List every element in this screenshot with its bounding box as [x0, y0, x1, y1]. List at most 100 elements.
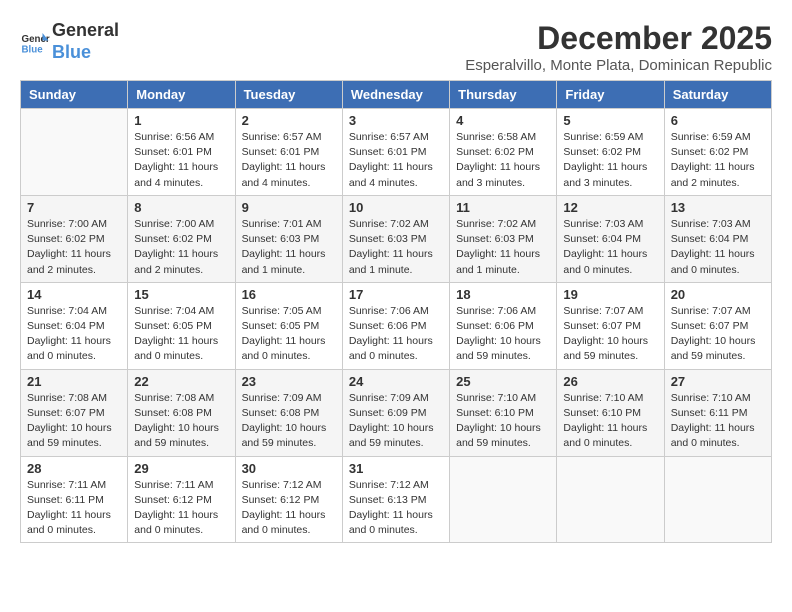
logo-icon: General Blue — [20, 27, 50, 57]
day-number: 23 — [242, 374, 336, 389]
calendar-cell — [664, 456, 771, 543]
day-info: Sunrise: 7:11 AMSunset: 6:12 PMDaylight:… — [134, 478, 228, 539]
day-number: 1 — [134, 113, 228, 128]
day-number: 27 — [671, 374, 765, 389]
day-number: 12 — [563, 200, 657, 215]
calendar-cell: 8 Sunrise: 7:00 AMSunset: 6:02 PMDaylight… — [128, 195, 235, 282]
day-number: 2 — [242, 113, 336, 128]
day-number: 8 — [134, 200, 228, 215]
day-number: 5 — [563, 113, 657, 128]
calendar-cell: 17 Sunrise: 7:06 AMSunset: 6:06 PMDayligh… — [342, 282, 449, 369]
day-info: Sunrise: 7:09 AMSunset: 6:09 PMDaylight:… — [349, 391, 443, 452]
calendar-cell: 2 Sunrise: 6:57 AMSunset: 6:01 PMDaylight… — [235, 109, 342, 196]
calendar-cell: 14 Sunrise: 7:04 AMSunset: 6:04 PMDayligh… — [21, 282, 128, 369]
calendar-cell: 27 Sunrise: 7:10 AMSunset: 6:11 PMDayligh… — [664, 369, 771, 456]
day-number: 14 — [27, 287, 121, 302]
day-info: Sunrise: 7:10 AMSunset: 6:10 PMDaylight:… — [563, 391, 657, 452]
calendar-cell: 10Sunrise: 7:02 AMSunset: 6:03 PMDayligh… — [342, 195, 449, 282]
logo-text: General Blue — [52, 20, 119, 63]
day-info: Sunrise: 7:03 AMSunset: 6:04 PMDaylight:… — [563, 217, 657, 278]
day-info: Sunrise: 6:59 AMSunset: 6:02 PMDaylight:… — [671, 130, 765, 191]
calendar-week-row: 7 Sunrise: 7:00 AMSunset: 6:02 PMDaylight… — [21, 195, 772, 282]
day-info: Sunrise: 7:03 AMSunset: 6:04 PMDaylight:… — [671, 217, 765, 278]
location-title: Esperalvillo, Monte Plata, Dominican Rep… — [465, 57, 772, 74]
day-of-week-header: Monday — [128, 81, 235, 109]
calendar-cell: 20 Sunrise: 7:07 AMSunset: 6:07 PMDayligh… — [664, 282, 771, 369]
calendar-cell: 24 Sunrise: 7:09 AMSunset: 6:09 PMDayligh… — [342, 369, 449, 456]
calendar-cell: 19 Sunrise: 7:07 AMSunset: 6:07 PMDayligh… — [557, 282, 664, 369]
day-info: Sunrise: 6:57 AMSunset: 6:01 PMDaylight:… — [242, 130, 336, 191]
day-number: 3 — [349, 113, 443, 128]
day-info: Sunrise: 6:57 AMSunset: 6:01 PMDaylight:… — [349, 130, 443, 191]
calendar-cell: 7 Sunrise: 7:00 AMSunset: 6:02 PMDaylight… — [21, 195, 128, 282]
day-number: 15 — [134, 287, 228, 302]
day-info: Sunrise: 7:07 AMSunset: 6:07 PMDaylight:… — [563, 304, 657, 365]
day-of-week-header: Saturday — [664, 81, 771, 109]
calendar-cell: 16Sunrise: 7:05 AMSunset: 6:05 PMDayligh… — [235, 282, 342, 369]
day-number: 16 — [242, 287, 336, 302]
calendar-cell: 29 Sunrise: 7:11 AMSunset: 6:12 PMDayligh… — [128, 456, 235, 543]
day-info: Sunrise: 7:02 AMSunset: 6:03 PMDaylight:… — [349, 217, 443, 278]
day-number: 17 — [349, 287, 443, 302]
day-info: Sunrise: 7:09 AMSunset: 6:08 PMDaylight:… — [242, 391, 336, 452]
day-number: 28 — [27, 461, 121, 476]
calendar-cell: 26 Sunrise: 7:10 AMSunset: 6:10 PMDayligh… — [557, 369, 664, 456]
calendar-cell: 5Sunrise: 6:59 AMSunset: 6:02 PMDaylight… — [557, 109, 664, 196]
calendar-cell: 4 Sunrise: 6:58 AMSunset: 6:02 PMDaylight… — [450, 109, 557, 196]
calendar-week-row: 14 Sunrise: 7:04 AMSunset: 6:04 PMDayligh… — [21, 282, 772, 369]
title-block: December 2025 Esperalvillo, Monte Plata,… — [465, 20, 772, 74]
day-number: 13 — [671, 200, 765, 215]
day-info: Sunrise: 7:12 AMSunset: 6:13 PMDaylight:… — [349, 478, 443, 539]
day-number: 9 — [242, 200, 336, 215]
day-info: Sunrise: 7:04 AMSunset: 6:04 PMDaylight:… — [27, 304, 121, 365]
day-number: 22 — [134, 374, 228, 389]
day-of-week-header: Thursday — [450, 81, 557, 109]
day-of-week-header: Wednesday — [342, 81, 449, 109]
calendar-cell: 21 Sunrise: 7:08 AMSunset: 6:07 PMDayligh… — [21, 369, 128, 456]
calendar-cell: 18Sunrise: 7:06 AMSunset: 6:06 PMDayligh… — [450, 282, 557, 369]
day-number: 4 — [456, 113, 550, 128]
day-of-week-header: Tuesday — [235, 81, 342, 109]
calendar-cell: 1 Sunrise: 6:56 AMSunset: 6:01 PMDaylight… — [128, 109, 235, 196]
day-info: Sunrise: 7:10 AMSunset: 6:10 PMDaylight:… — [456, 391, 550, 452]
calendar-week-row: 1 Sunrise: 6:56 AMSunset: 6:01 PMDaylight… — [21, 109, 772, 196]
day-info: Sunrise: 7:06 AMSunset: 6:06 PMDaylight:… — [349, 304, 443, 365]
calendar-header-row: SundayMondayTuesdayWednesdayThursdayFrid… — [21, 81, 772, 109]
calendar-week-row: 28Sunrise: 7:11 AMSunset: 6:11 PMDayligh… — [21, 456, 772, 543]
day-info: Sunrise: 7:12 AMSunset: 6:12 PMDaylight:… — [242, 478, 336, 539]
calendar-table: SundayMondayTuesdayWednesdayThursdayFrid… — [20, 80, 772, 543]
day-number: 7 — [27, 200, 121, 215]
day-info: Sunrise: 7:02 AMSunset: 6:03 PMDaylight:… — [456, 217, 550, 278]
calendar-cell: 3 Sunrise: 6:57 AMSunset: 6:01 PMDaylight… — [342, 109, 449, 196]
calendar-cell: 25Sunrise: 7:10 AMSunset: 6:10 PMDayligh… — [450, 369, 557, 456]
day-number: 21 — [27, 374, 121, 389]
day-number: 30 — [242, 461, 336, 476]
calendar-cell: 9Sunrise: 7:01 AMSunset: 6:03 PMDaylight… — [235, 195, 342, 282]
calendar-cell — [557, 456, 664, 543]
day-info: Sunrise: 7:07 AMSunset: 6:07 PMDaylight:… — [671, 304, 765, 365]
day-number: 31 — [349, 461, 443, 476]
day-info: Sunrise: 7:10 AMSunset: 6:11 PMDaylight:… — [671, 391, 765, 452]
calendar-week-row: 21 Sunrise: 7:08 AMSunset: 6:07 PMDayligh… — [21, 369, 772, 456]
day-info: Sunrise: 7:00 AMSunset: 6:02 PMDaylight:… — [27, 217, 121, 278]
day-info: Sunrise: 7:00 AMSunset: 6:02 PMDaylight:… — [134, 217, 228, 278]
page-header: General Blue General Blue December 2025 … — [20, 20, 772, 74]
day-number: 29 — [134, 461, 228, 476]
day-number: 20 — [671, 287, 765, 302]
day-number: 19 — [563, 287, 657, 302]
day-number: 24 — [349, 374, 443, 389]
calendar-cell — [21, 109, 128, 196]
day-info: Sunrise: 6:58 AMSunset: 6:02 PMDaylight:… — [456, 130, 550, 191]
calendar-cell: 22Sunrise: 7:08 AMSunset: 6:08 PMDayligh… — [128, 369, 235, 456]
day-of-week-header: Friday — [557, 81, 664, 109]
day-info: Sunrise: 6:56 AMSunset: 6:01 PMDaylight:… — [134, 130, 228, 191]
calendar-cell: 12 Sunrise: 7:03 AMSunset: 6:04 PMDayligh… — [557, 195, 664, 282]
calendar-cell: 6Sunrise: 6:59 AMSunset: 6:02 PMDaylight… — [664, 109, 771, 196]
day-info: Sunrise: 7:04 AMSunset: 6:05 PMDaylight:… — [134, 304, 228, 365]
day-number: 26 — [563, 374, 657, 389]
day-info: Sunrise: 7:06 AMSunset: 6:06 PMDaylight:… — [456, 304, 550, 365]
day-of-week-header: Sunday — [21, 81, 128, 109]
calendar-cell: 13 Sunrise: 7:03 AMSunset: 6:04 PMDayligh… — [664, 195, 771, 282]
calendar-cell: 31 Sunrise: 7:12 AMSunset: 6:13 PMDayligh… — [342, 456, 449, 543]
day-info: Sunrise: 7:08 AMSunset: 6:07 PMDaylight:… — [27, 391, 121, 452]
